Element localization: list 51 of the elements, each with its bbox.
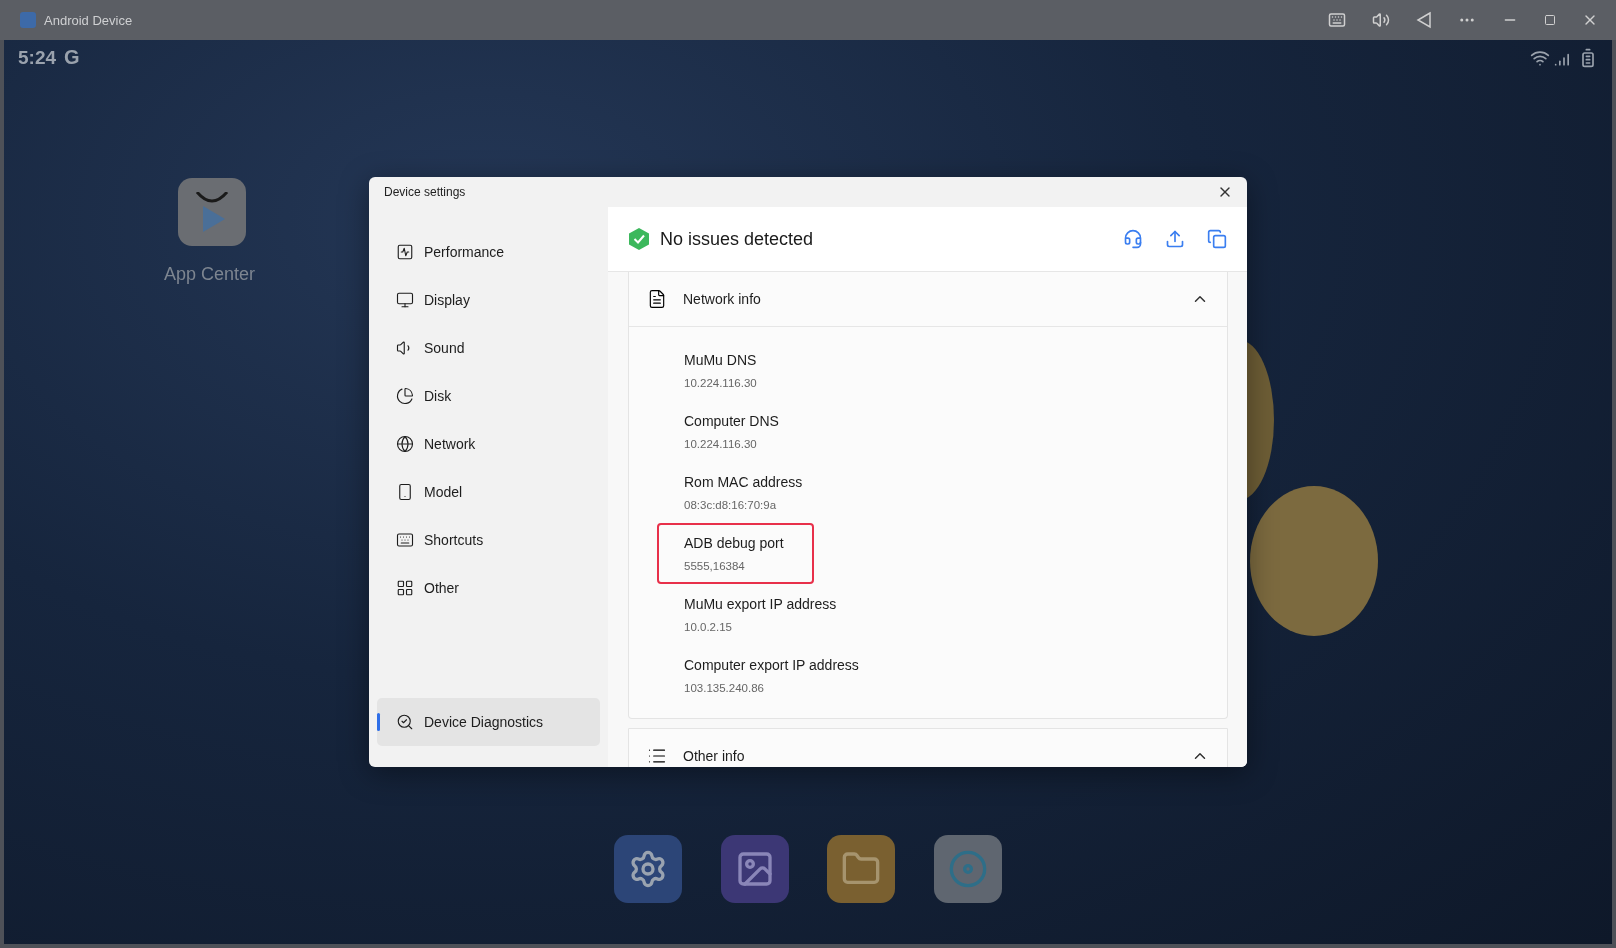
dialog-title: Device settings — [384, 185, 466, 199]
image-icon[interactable] — [721, 835, 789, 903]
sidebar-item[interactable]: Network — [377, 420, 600, 468]
info-label: MuMu export IP address — [684, 596, 837, 612]
document-icon — [647, 289, 667, 309]
info-value: 5555,16384 — [684, 560, 746, 572]
g-logo: G — [64, 46, 80, 69]
copy-button[interactable] — [1207, 229, 1227, 249]
info-label: MuMu DNS — [684, 352, 758, 368]
chart-icon — [396, 243, 414, 261]
phone-icon — [396, 483, 414, 501]
info-label: ADB debug port — [684, 535, 784, 551]
info-label: Computer DNS — [684, 413, 780, 429]
sidebar-item[interactable]: Other — [377, 564, 600, 612]
info-value: 10.0.2.15 — [684, 621, 733, 633]
sidebar-item[interactable]: Sound — [377, 324, 600, 372]
maximize-icon[interactable] — [1544, 14, 1556, 26]
grid-icon — [396, 579, 414, 597]
sidebar-item[interactable]: Disk — [377, 372, 600, 420]
settings-icon[interactable] — [614, 835, 682, 903]
app-logo-icon — [20, 12, 36, 28]
window-title: Android Device — [44, 12, 134, 28]
upload-button[interactable] — [1165, 229, 1185, 249]
back-icon[interactable] — [1416, 11, 1432, 29]
keyboard-icon[interactable] — [1328, 11, 1346, 29]
app-label: App Center — [164, 264, 256, 285]
sidebar-item[interactable]: Display — [377, 276, 600, 324]
search-check-icon — [396, 713, 414, 731]
status-text: No issues detected — [660, 228, 815, 250]
keyboard-icon — [396, 531, 414, 549]
check-shield-icon — [628, 227, 650, 251]
pie-chart-icon — [396, 387, 414, 405]
sidebar-item[interactable]: Model — [377, 468, 600, 516]
info-value: 10.224.116.30 — [684, 438, 758, 450]
info-value: 08:3c:d8:16:70:9a — [684, 499, 778, 511]
section-title: Network info — [683, 291, 762, 307]
sidebar-item[interactable]: Device Diagnostics — [377, 698, 600, 746]
sidebar-item[interactable]: Performance — [377, 228, 600, 276]
info-value: 103.135.240.86 — [684, 682, 765, 694]
info-label: Rom MAC address — [684, 474, 803, 490]
info-value: 10.224.116.30 — [684, 377, 758, 389]
app-store-icon[interactable] — [178, 178, 246, 246]
support-button[interactable] — [1123, 229, 1143, 249]
globe-icon — [396, 435, 414, 453]
clock-time: 5:24 — [18, 46, 57, 69]
sidebar-item[interactable]: Shortcuts — [377, 516, 600, 564]
info-label: Computer export IP address — [684, 657, 859, 673]
section-title: Other info — [683, 748, 746, 764]
monitor-icon — [396, 291, 414, 309]
speaker-icon[interactable] — [1372, 11, 1390, 29]
folder-icon[interactable] — [827, 835, 895, 903]
